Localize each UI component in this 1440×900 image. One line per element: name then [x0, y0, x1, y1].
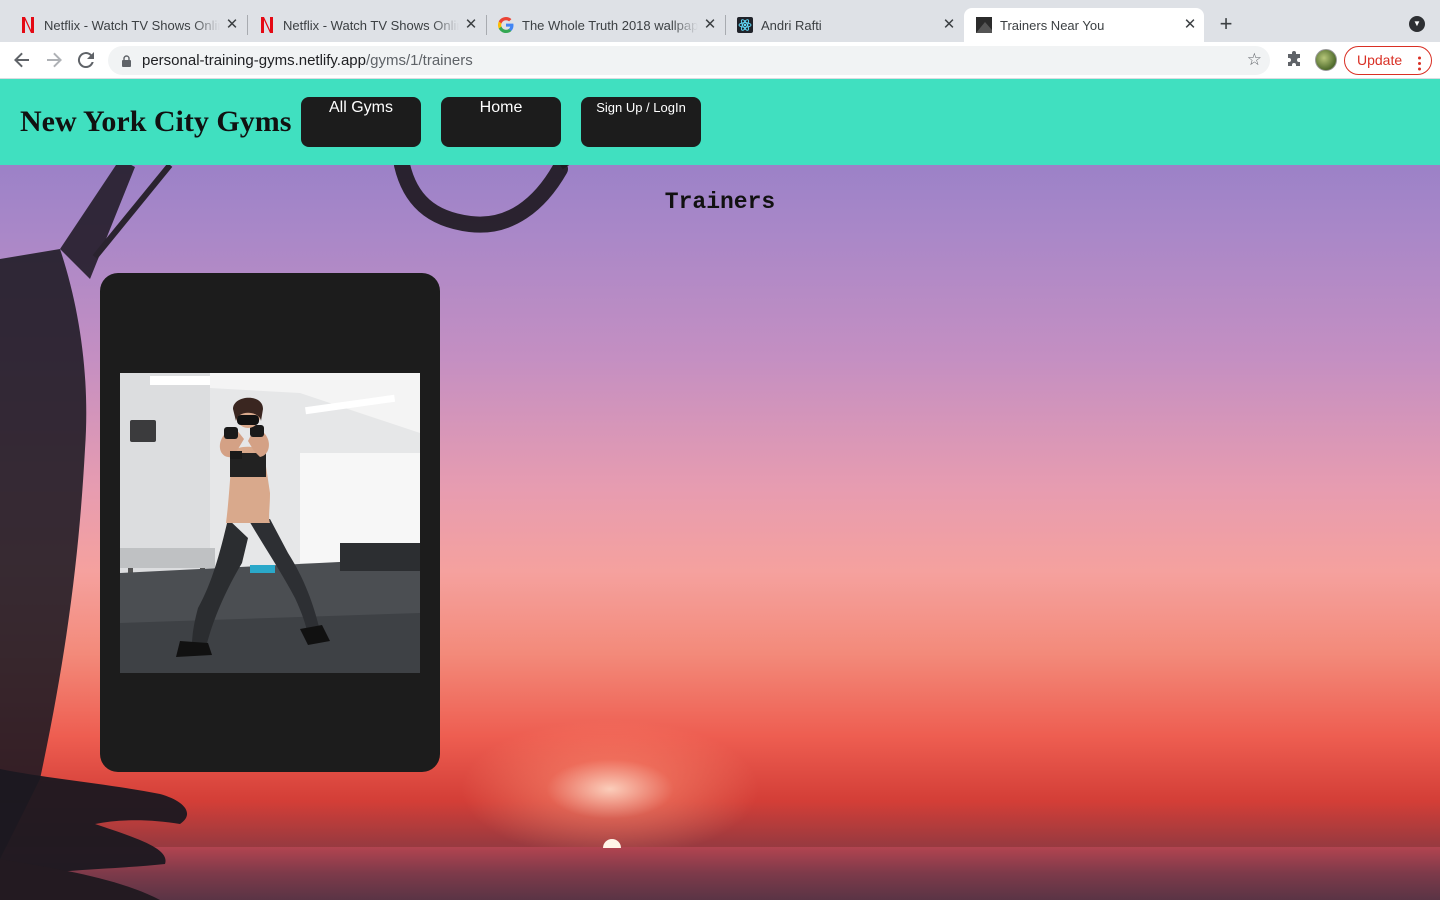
forward-icon[interactable]: [42, 48, 66, 72]
profile-avatar[interactable]: [1315, 49, 1337, 71]
browser-tab-google[interactable]: The Whole Truth 2018 wallpaper ✕: [486, 8, 724, 42]
reload-icon[interactable]: [74, 48, 98, 72]
more-menu-icon[interactable]: [1418, 53, 1421, 71]
close-tab-icon[interactable]: ✕: [1182, 17, 1198, 33]
react-icon: [737, 17, 753, 33]
nav-all-gyms-button[interactable]: All Gyms: [301, 97, 421, 147]
browser-tab-andri-rafti[interactable]: Andri Rafti ✕: [725, 8, 963, 42]
url-path: /gyms/1/trainers: [366, 52, 473, 69]
trainer-card[interactable]: [100, 273, 440, 772]
browser-tabstrip: Netflix - Watch TV Shows Online ✕ Netfli…: [0, 0, 1440, 42]
browser-tab-trainers-active[interactable]: Trainers Near You ✕: [964, 8, 1204, 42]
google-icon: [498, 17, 514, 33]
site-brand[interactable]: New York City Gyms: [20, 105, 291, 139]
tab-title: The Whole Truth 2018 wallpaper: [522, 17, 698, 33]
tab-title: Netflix - Watch TV Shows Online: [44, 17, 220, 33]
tab-title: Netflix - Watch TV Shows Online: [283, 17, 459, 33]
site-navbar: New York City Gyms All Gyms Home Sign Up…: [0, 79, 1440, 165]
netflix-icon: [259, 17, 275, 33]
tab-title: Andri Rafti: [761, 17, 822, 33]
trainer-photo[interactable]: [120, 373, 420, 673]
close-tab-icon[interactable]: ✕: [463, 17, 479, 33]
lock-icon: [122, 54, 131, 67]
browser-toolbar: personal-training-gyms.netlify.app/gyms/…: [0, 42, 1440, 79]
tab-search-icon[interactable]: ▼: [1409, 16, 1425, 32]
browser-tab-netflix-2[interactable]: Netflix - Watch TV Shows Online ✕: [247, 8, 485, 42]
trainer-photo-illustration: [120, 373, 420, 673]
browser-tab-netflix-1[interactable]: Netflix - Watch TV Shows Online ✕: [8, 8, 246, 42]
update-button[interactable]: Update: [1344, 46, 1432, 75]
close-tab-icon[interactable]: ✕: [224, 17, 240, 33]
back-icon[interactable]: [10, 48, 34, 72]
new-tab-button[interactable]: +: [1214, 13, 1238, 37]
extensions-puzzle-icon[interactable]: [1284, 50, 1304, 70]
close-tab-icon[interactable]: ✕: [941, 17, 957, 33]
tab-title: Trainers Near You: [1000, 17, 1105, 33]
nav-home-button[interactable]: Home: [441, 97, 561, 147]
page-viewport: New York City Gyms All Gyms Home Sign Up…: [0, 79, 1440, 900]
bookmark-star-icon[interactable]: ☆: [1247, 50, 1262, 70]
nav-signup-login-button[interactable]: Sign Up / LogIn: [581, 97, 701, 147]
address-bar[interactable]: personal-training-gyms.netlify.app/gyms/…: [108, 46, 1270, 75]
page-icon: [976, 17, 992, 33]
netflix-icon: [20, 17, 36, 33]
close-tab-icon[interactable]: ✕: [702, 17, 718, 33]
update-label: Update: [1357, 52, 1403, 68]
page-title: Trainers: [664, 189, 776, 215]
url-text: personal-training-gyms.netlify.app/gyms/…: [142, 52, 473, 69]
url-domain: personal-training-gyms.netlify.app: [142, 52, 366, 69]
